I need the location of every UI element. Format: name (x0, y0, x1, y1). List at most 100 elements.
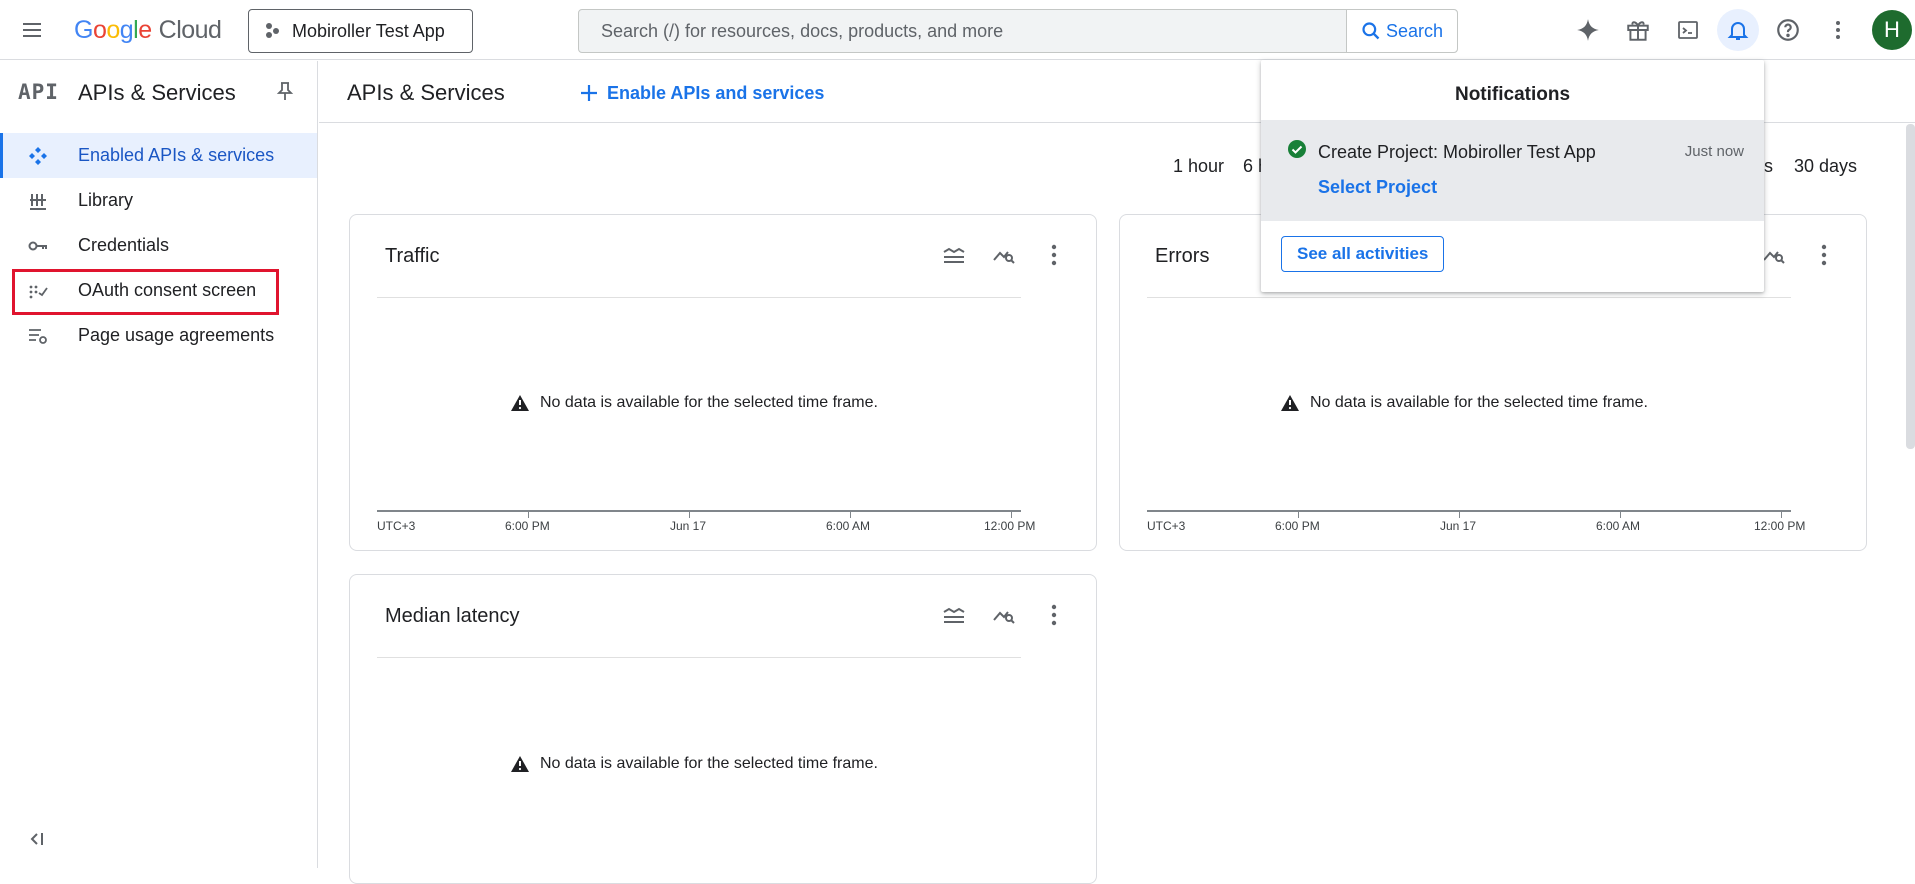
traffic-card: Traffic No data is available for the sel… (349, 214, 1097, 551)
axis-tick (1781, 512, 1782, 518)
axis-tick (1011, 512, 1012, 518)
search-button-label: Search (1385, 20, 1444, 41)
axis-label: 12:00 PM (1754, 519, 1806, 533)
key-icon (27, 235, 49, 257)
warning-icon (511, 395, 529, 411)
axis-label: 6:00 AM (1596, 519, 1641, 533)
axis-tick (689, 512, 690, 518)
warning-icon (1281, 395, 1299, 411)
see-all-activities-button[interactable]: See all activities (1281, 236, 1445, 272)
page-settings-icon (27, 325, 49, 347)
legend-toggle-icon[interactable] (936, 597, 972, 633)
sidebar-item-page-usage[interactable]: Page usage agreements (0, 313, 317, 358)
success-check-icon (1287, 139, 1307, 159)
sidebar-item-label: OAuth consent screen (78, 280, 257, 300)
plus-icon (581, 85, 597, 101)
project-icon (266, 23, 279, 38)
more-vert-icon[interactable] (1036, 237, 1072, 273)
notifications-title: Notifications (1454, 84, 1571, 105)
cloud-shell-icon[interactable] (1667, 9, 1709, 51)
x-axis (1147, 510, 1791, 512)
explore-chart-icon[interactable] (986, 597, 1022, 633)
sidebar-item-label: Library (78, 190, 134, 210)
enabled-apis-icon (27, 145, 49, 167)
sidebar-item-oauth-consent[interactable]: OAuth consent screen (0, 268, 317, 315)
sidebar-item-label: Page usage agreements (78, 325, 275, 345)
avatar[interactable]: H (1872, 10, 1912, 50)
card-title: Traffic (385, 245, 440, 267)
sidebar-item-enabled-apis[interactable]: Enabled APIs & services (0, 133, 317, 178)
explore-chart-icon[interactable] (986, 237, 1022, 273)
card-title: Median latency (385, 605, 520, 627)
search-bar: Search (578, 9, 1458, 53)
axis-label: 6:00 PM (1275, 519, 1320, 533)
no-data-text: No data is available for the selected ti… (540, 755, 878, 772)
axis-label: 12:00 PM (984, 519, 1036, 533)
more-vert-icon[interactable] (1806, 237, 1842, 273)
scrollbar[interactable] (1906, 124, 1915, 449)
search-input[interactable] (579, 10, 1346, 52)
warning-icon (511, 756, 529, 772)
google-cloud-logo[interactable]: Google Cloud (74, 15, 222, 45)
no-data-message: No data is available for the selected ti… (1280, 394, 1648, 412)
card-divider (1147, 297, 1791, 298)
more-vert-icon[interactable] (1036, 597, 1072, 633)
api-logo-icon: API (18, 80, 59, 104)
enable-apis-button[interactable]: Enable APIs and services (579, 77, 824, 109)
no-data-text: No data is available for the selected ti… (540, 394, 878, 411)
x-axis (377, 510, 1021, 512)
axis-tick (1298, 512, 1299, 518)
oauth-icon (27, 280, 49, 302)
library-icon (27, 190, 49, 212)
page-title: APIs & Services (347, 80, 505, 105)
axis-label: 6:00 AM (826, 519, 871, 533)
axis-tick (850, 512, 851, 518)
sidebar-item-label: Credentials (78, 235, 170, 255)
axis-tick (1620, 512, 1621, 518)
no-data-text: No data is available for the selected ti… (1310, 394, 1648, 411)
sidebar-item-library[interactable]: Library (0, 178, 317, 223)
time-range-30-days[interactable]: 30 days (1794, 156, 1857, 177)
sidebar-header: API APIs & Services (0, 61, 317, 123)
axis-label: UTC+3 (377, 519, 416, 533)
axis-label: Jun 17 (670, 519, 707, 533)
axis-tick (528, 512, 529, 518)
select-project-link[interactable]: Select Project (1318, 177, 1437, 198)
top-bar: Google Cloud Mobiroller Test App Search … (0, 0, 1915, 60)
no-data-message: No data is available for the selected ti… (510, 394, 878, 412)
notification-item[interactable]: Create Project: Mobiroller Test App Just… (1261, 120, 1764, 221)
axis-label: 6:00 PM (505, 519, 550, 533)
sidebar-title: APIs & Services (78, 80, 236, 105)
sidebar-item-credentials[interactable]: Credentials (0, 223, 317, 268)
card-divider (377, 657, 1021, 658)
card-title: Errors (1155, 245, 1210, 267)
notifications-bell-icon[interactable] (1717, 9, 1759, 51)
sidebar: API APIs & Services Enabled APIs & servi… (0, 61, 318, 868)
gift-icon[interactable] (1617, 9, 1659, 51)
search-icon (1362, 22, 1380, 40)
legend-toggle-icon[interactable] (936, 237, 972, 273)
enable-apis-label: Enable APIs and services (607, 82, 825, 103)
axis-label: Jun 17 (1440, 519, 1477, 533)
more-vert-icon[interactable] (1817, 9, 1859, 51)
axis-tick (1459, 512, 1460, 518)
help-icon[interactable] (1767, 9, 1809, 51)
project-name: Mobiroller Test App (292, 20, 445, 41)
median-latency-card: Median latency No data is available for … (349, 574, 1097, 884)
logo-cloud-text: Cloud (158, 15, 222, 44)
notification-time: Just now (1684, 143, 1744, 160)
time-range-1-hour[interactable]: 1 hour (1173, 156, 1224, 177)
project-picker-button[interactable]: Mobiroller Test App (248, 9, 473, 53)
gemini-sparkle-icon[interactable] (1567, 9, 1609, 51)
menu-icon[interactable] (15, 13, 49, 47)
card-toolbar (936, 237, 1072, 273)
card-divider (377, 297, 1021, 298)
notifications-panel: Notifications Create Project: Mobiroller… (1261, 60, 1764, 292)
card-toolbar (936, 597, 1072, 633)
search-button[interactable]: Search (1346, 10, 1457, 52)
pin-icon[interactable] (276, 81, 294, 101)
sidebar-item-label: Enabled APIs & services (78, 145, 275, 165)
collapse-sidebar-icon[interactable] (27, 830, 45, 848)
no-data-message: No data is available for the selected ti… (510, 755, 878, 773)
sidebar-nav: Enabled APIs & services Library Credenti… (0, 133, 317, 358)
